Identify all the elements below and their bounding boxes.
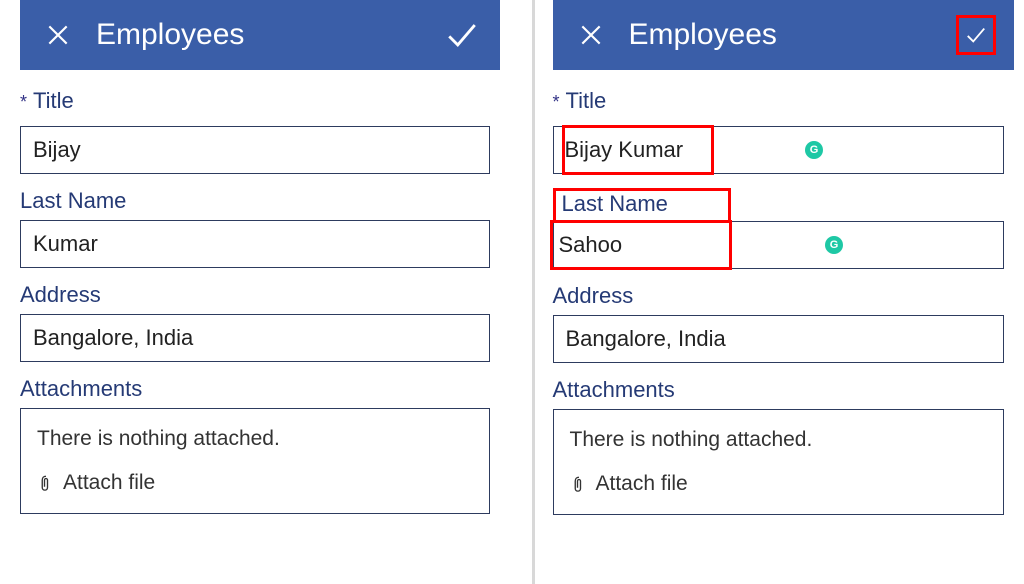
field-attachments: Attachments There is nothing attached. A… [553, 377, 1005, 515]
title-input[interactable]: Bijay Kumar G [553, 126, 1005, 174]
attachments-label: Attachments [553, 377, 675, 403]
attach-file-button[interactable]: Attach file [37, 471, 473, 495]
page-title: Employees [629, 18, 939, 52]
form-body: * Title Bijay Last Name Kumar Address Ba… [20, 70, 500, 528]
address-input[interactable]: Bangalore, India [20, 314, 490, 362]
attachments-box: There is nothing attached. Attach file [553, 409, 1005, 515]
field-address: Address Bangalore, India [553, 283, 1005, 363]
submit-button[interactable] [442, 15, 482, 55]
page-title: Employees [96, 18, 424, 52]
attachments-label: Attachments [20, 376, 142, 402]
lastname-input[interactable]: Sahoo G [553, 221, 1005, 269]
field-title: * Title Bijay [20, 88, 490, 174]
address-input[interactable]: Bangalore, India [553, 315, 1005, 363]
form-pane-after: Employees * Title Bijay Kumar G Last Nam… [532, 0, 1024, 584]
grammarly-icon: G [825, 236, 843, 254]
lastname-label: Last Name [553, 188, 731, 221]
required-mark: * [553, 92, 560, 113]
field-attachments: Attachments There is nothing attached. A… [20, 376, 490, 514]
lastname-input[interactable]: Kumar [20, 220, 490, 268]
attachments-empty-text: There is nothing attached. [37, 427, 473, 451]
close-button[interactable] [38, 15, 78, 55]
required-mark: * [20, 92, 27, 113]
title-input[interactable]: Bijay [20, 126, 490, 174]
check-icon [445, 18, 479, 52]
check-icon [965, 18, 987, 52]
submit-button[interactable] [956, 15, 996, 55]
title-label: Title [33, 88, 74, 114]
attach-file-button[interactable]: Attach file [570, 472, 988, 496]
field-address: Address Bangalore, India [20, 282, 490, 362]
lastname-label: Last Name [20, 188, 126, 214]
title-label: Title [566, 88, 607, 114]
grammarly-icon: G [805, 141, 823, 159]
header-bar: Employees [20, 0, 500, 70]
paperclip-icon [570, 472, 588, 496]
address-label: Address [20, 282, 101, 308]
form-body: * Title Bijay Kumar G Last Name Sahoo G … [553, 70, 1015, 529]
paperclip-icon [37, 471, 55, 495]
close-button[interactable] [571, 15, 611, 55]
close-icon [578, 22, 604, 48]
close-icon [45, 22, 71, 48]
header-bar: Employees [553, 0, 1015, 70]
address-label: Address [553, 283, 634, 309]
field-lastname: Last Name Sahoo G [553, 188, 1005, 269]
attachments-empty-text: There is nothing attached. [570, 428, 988, 452]
field-title: * Title Bijay Kumar G [553, 88, 1005, 174]
form-pane-before: Employees * Title Bijay Last Name Kumar … [0, 0, 500, 584]
field-lastname: Last Name Kumar [20, 188, 490, 268]
attachments-box: There is nothing attached. Attach file [20, 408, 490, 514]
